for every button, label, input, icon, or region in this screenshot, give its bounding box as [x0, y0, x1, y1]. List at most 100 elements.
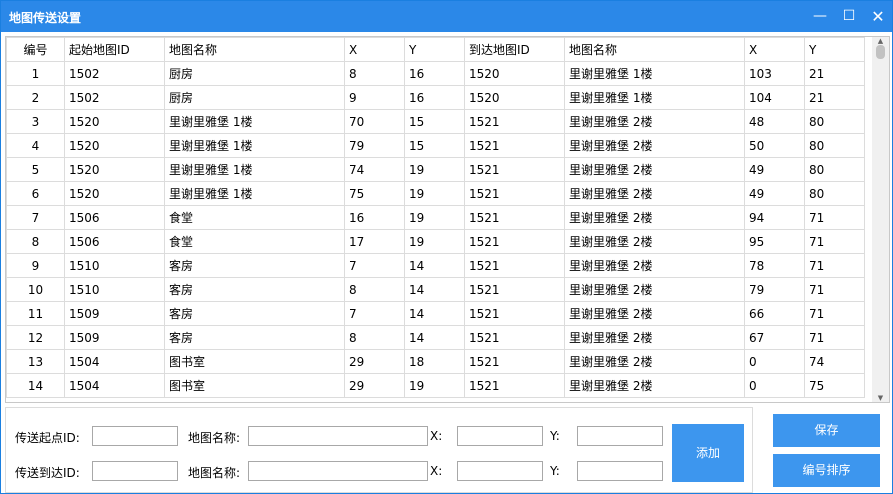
- dest-x-input[interactable]: [457, 461, 543, 481]
- table-cell[interactable]: 8: [344, 61, 405, 86]
- table-cell[interactable]: 71: [804, 325, 865, 350]
- table-cell[interactable]: 里谢里雅堡 1楼: [164, 157, 345, 182]
- table-cell[interactable]: 15: [404, 109, 465, 134]
- table-row[interactable]: 5 1520 里谢里雅堡 1楼 74 19 1521 里谢里雅堡 2楼 49 80: [6, 157, 865, 182]
- col-header-dest-map-name[interactable]: 地图名称: [564, 37, 745, 62]
- dest-id-input[interactable]: [92, 461, 178, 481]
- dest-y-input[interactable]: [577, 461, 663, 481]
- table-cell[interactable]: 80: [804, 133, 865, 158]
- table-cell[interactable]: 9: [6, 253, 65, 278]
- table-row[interactable]: 9 1510 客房 7 14 1521 里谢里雅堡 2楼 78 71: [6, 253, 865, 278]
- table-row[interactable]: 11 1509 客房 7 14 1521 里谢里雅堡 2楼 66 71: [6, 301, 865, 326]
- table-cell[interactable]: 客房: [164, 301, 345, 326]
- table-cell[interactable]: 1521: [464, 205, 565, 230]
- table-cell[interactable]: 里谢里雅堡 1楼: [164, 133, 345, 158]
- table-cell[interactable]: 1521: [464, 277, 565, 302]
- table-cell[interactable]: 14: [404, 277, 465, 302]
- vertical-scrollbar[interactable]: ▲ ▼: [872, 37, 889, 402]
- table-cell[interactable]: 1520: [464, 61, 565, 86]
- table-row[interactable]: 7 1506 食堂 16 19 1521 里谢里雅堡 2楼 94 71: [6, 205, 865, 230]
- table-cell[interactable]: 19: [404, 205, 465, 230]
- scroll-down-icon[interactable]: ▼: [872, 394, 889, 402]
- table-cell[interactable]: 0: [744, 373, 805, 398]
- table-cell[interactable]: 1509: [64, 325, 165, 350]
- table-cell[interactable]: 里谢里雅堡 2楼: [564, 181, 745, 206]
- dest-map-name-input[interactable]: [248, 461, 428, 481]
- table-cell[interactable]: 14: [6, 373, 65, 398]
- table-cell[interactable]: 1520: [464, 85, 565, 110]
- table-cell[interactable]: 里谢里雅堡 2楼: [564, 133, 745, 158]
- table-cell[interactable]: 里谢里雅堡 2楼: [564, 325, 745, 350]
- table-cell[interactable]: 里谢里雅堡 2楼: [564, 253, 745, 278]
- table-cell[interactable]: 图书室: [164, 373, 345, 398]
- add-button[interactable]: 添加: [672, 424, 744, 482]
- maximize-icon[interactable]: ☐: [833, 1, 865, 32]
- table-cell[interactable]: 70: [344, 109, 405, 134]
- col-header-dest-x[interactable]: X: [744, 37, 805, 62]
- table-cell[interactable]: 71: [804, 205, 865, 230]
- table-cell[interactable]: 里谢里雅堡 1楼: [564, 85, 745, 110]
- table-cell[interactable]: 12: [6, 325, 65, 350]
- table-cell[interactable]: 1510: [64, 253, 165, 278]
- table-cell[interactable]: 29: [344, 373, 405, 398]
- table-cell[interactable]: 16: [404, 85, 465, 110]
- table-cell[interactable]: 1521: [464, 253, 565, 278]
- table-cell[interactable]: 49: [744, 181, 805, 206]
- table-cell[interactable]: 14: [404, 253, 465, 278]
- table-row[interactable]: 1 1502 厨房 8 16 1520 里谢里雅堡 1楼 103 21: [6, 61, 865, 86]
- table-cell[interactable]: 19: [404, 373, 465, 398]
- table-cell[interactable]: 79: [744, 277, 805, 302]
- table-cell[interactable]: 16: [344, 205, 405, 230]
- table-row[interactable]: 12 1509 客房 8 14 1521 里谢里雅堡 2楼 67 71: [6, 325, 865, 350]
- table-cell[interactable]: 1: [6, 61, 65, 86]
- table-cell[interactable]: 50: [744, 133, 805, 158]
- table-cell[interactable]: 1521: [464, 349, 565, 374]
- table-cell[interactable]: 里谢里雅堡 2楼: [564, 205, 745, 230]
- minimize-icon[interactable]: —: [804, 1, 836, 32]
- table-cell[interactable]: 图书室: [164, 349, 345, 374]
- col-header-dest-y[interactable]: Y: [804, 37, 865, 62]
- table-cell[interactable]: 4: [6, 133, 65, 158]
- table-cell[interactable]: 19: [404, 229, 465, 254]
- table-cell[interactable]: 104: [744, 85, 805, 110]
- table-cell[interactable]: 1510: [64, 277, 165, 302]
- table-cell[interactable]: 1521: [464, 157, 565, 182]
- table-cell[interactable]: 1521: [464, 373, 565, 398]
- table-cell[interactable]: 21: [804, 85, 865, 110]
- table-cell[interactable]: 厨房: [164, 85, 345, 110]
- table-cell[interactable]: 75: [804, 373, 865, 398]
- table-cell[interactable]: 16: [404, 61, 465, 86]
- table-cell[interactable]: 里谢里雅堡 2楼: [564, 229, 745, 254]
- table-cell[interactable]: 1506: [64, 229, 165, 254]
- table-row[interactable]: 13 1504 图书室 29 18 1521 里谢里雅堡 2楼 0 74: [6, 349, 865, 374]
- table-cell[interactable]: 6: [6, 181, 65, 206]
- table-cell[interactable]: 13: [6, 349, 65, 374]
- table-cell[interactable]: 7: [344, 253, 405, 278]
- save-button[interactable]: 保存: [773, 414, 880, 447]
- table-cell[interactable]: 里谢里雅堡 1楼: [164, 109, 345, 134]
- table-cell[interactable]: 80: [804, 109, 865, 134]
- table-cell[interactable]: 1502: [64, 61, 165, 86]
- table-cell[interactable]: 里谢里雅堡 2楼: [564, 373, 745, 398]
- table-cell[interactable]: 15: [404, 133, 465, 158]
- table-cell[interactable]: 里谢里雅堡 2楼: [564, 109, 745, 134]
- table-cell[interactable]: 49: [744, 157, 805, 182]
- table-cell[interactable]: 74: [344, 157, 405, 182]
- table-cell[interactable]: 里谢里雅堡 2楼: [564, 301, 745, 326]
- start-x-input[interactable]: [457, 426, 543, 446]
- table-cell[interactable]: 10: [6, 277, 65, 302]
- col-header-start-x[interactable]: X: [344, 37, 405, 62]
- table-cell[interactable]: 8: [6, 229, 65, 254]
- table-cell[interactable]: 8: [344, 325, 405, 350]
- table-cell[interactable]: 里谢里雅堡 1楼: [164, 181, 345, 206]
- table-cell[interactable]: 客房: [164, 325, 345, 350]
- table-cell[interactable]: 18: [404, 349, 465, 374]
- table-cell[interactable]: 食堂: [164, 229, 345, 254]
- table-cell[interactable]: 74: [804, 349, 865, 374]
- table-cell[interactable]: 21: [804, 61, 865, 86]
- table-cell[interactable]: 17: [344, 229, 405, 254]
- table-cell[interactable]: 里谢里雅堡 2楼: [564, 277, 745, 302]
- table-cell[interactable]: 1502: [64, 85, 165, 110]
- table-row[interactable]: 10 1510 客房 8 14 1521 里谢里雅堡 2楼 79 71: [6, 277, 865, 302]
- table-cell[interactable]: 食堂: [164, 205, 345, 230]
